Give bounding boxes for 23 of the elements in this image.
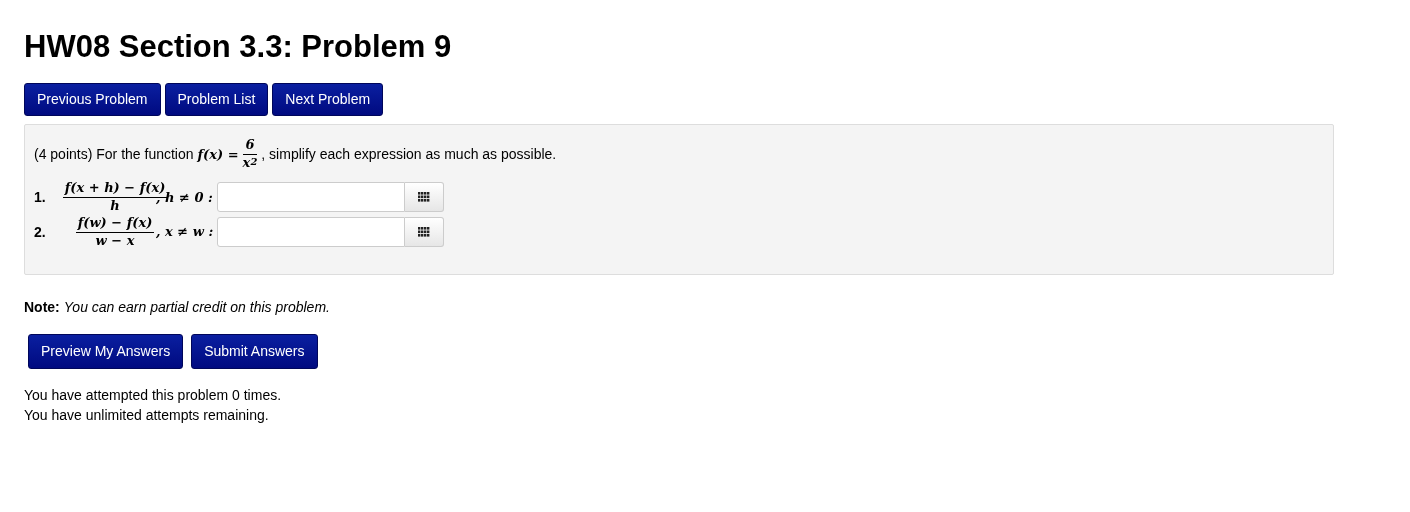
note-label: Note: — [24, 298, 60, 315]
problem-text: , simplify each expression as much as possible. — [261, 145, 557, 165]
submit-button[interactable]: Submit Answers — [191, 333, 318, 369]
page-title: HW08 Section 3.3: Problem 9 — [24, 28, 453, 66]
keypad-button[interactable] — [404, 182, 444, 213]
submit-button[interactable]: Preview My Answers — [28, 333, 184, 369]
math-condition: , x ≠ w : — [156, 223, 214, 242]
problem-text: (4 points) For the function — [34, 145, 194, 165]
note-text: You can earn partial credit on this problem. — [63, 298, 330, 315]
attempts-text: You have unlimited attempts remaining. — [24, 405, 270, 425]
nav-button[interactable]: Next Problem — [272, 83, 384, 117]
part-number: 2. — [34, 222, 47, 242]
math-expression: f(x) = — [197, 145, 239, 164]
answer-field[interactable] — [216, 182, 405, 213]
keypad-button[interactable] — [405, 217, 445, 248]
math-fraction: 6 x$^{2}$ — [242, 137, 258, 172]
nav-button[interactable]: Previous Problem — [24, 83, 161, 117]
keypad-icon — [417, 192, 430, 203]
math-fraction: f(w) − f(x) w − x — [75, 214, 155, 250]
answer-field[interactable] — [217, 217, 406, 248]
attempts-text: You have attempted this problem 0 times. — [24, 385, 283, 405]
nav-button[interactable]: Problem List — [164, 83, 269, 117]
keypad-icon — [418, 227, 431, 238]
